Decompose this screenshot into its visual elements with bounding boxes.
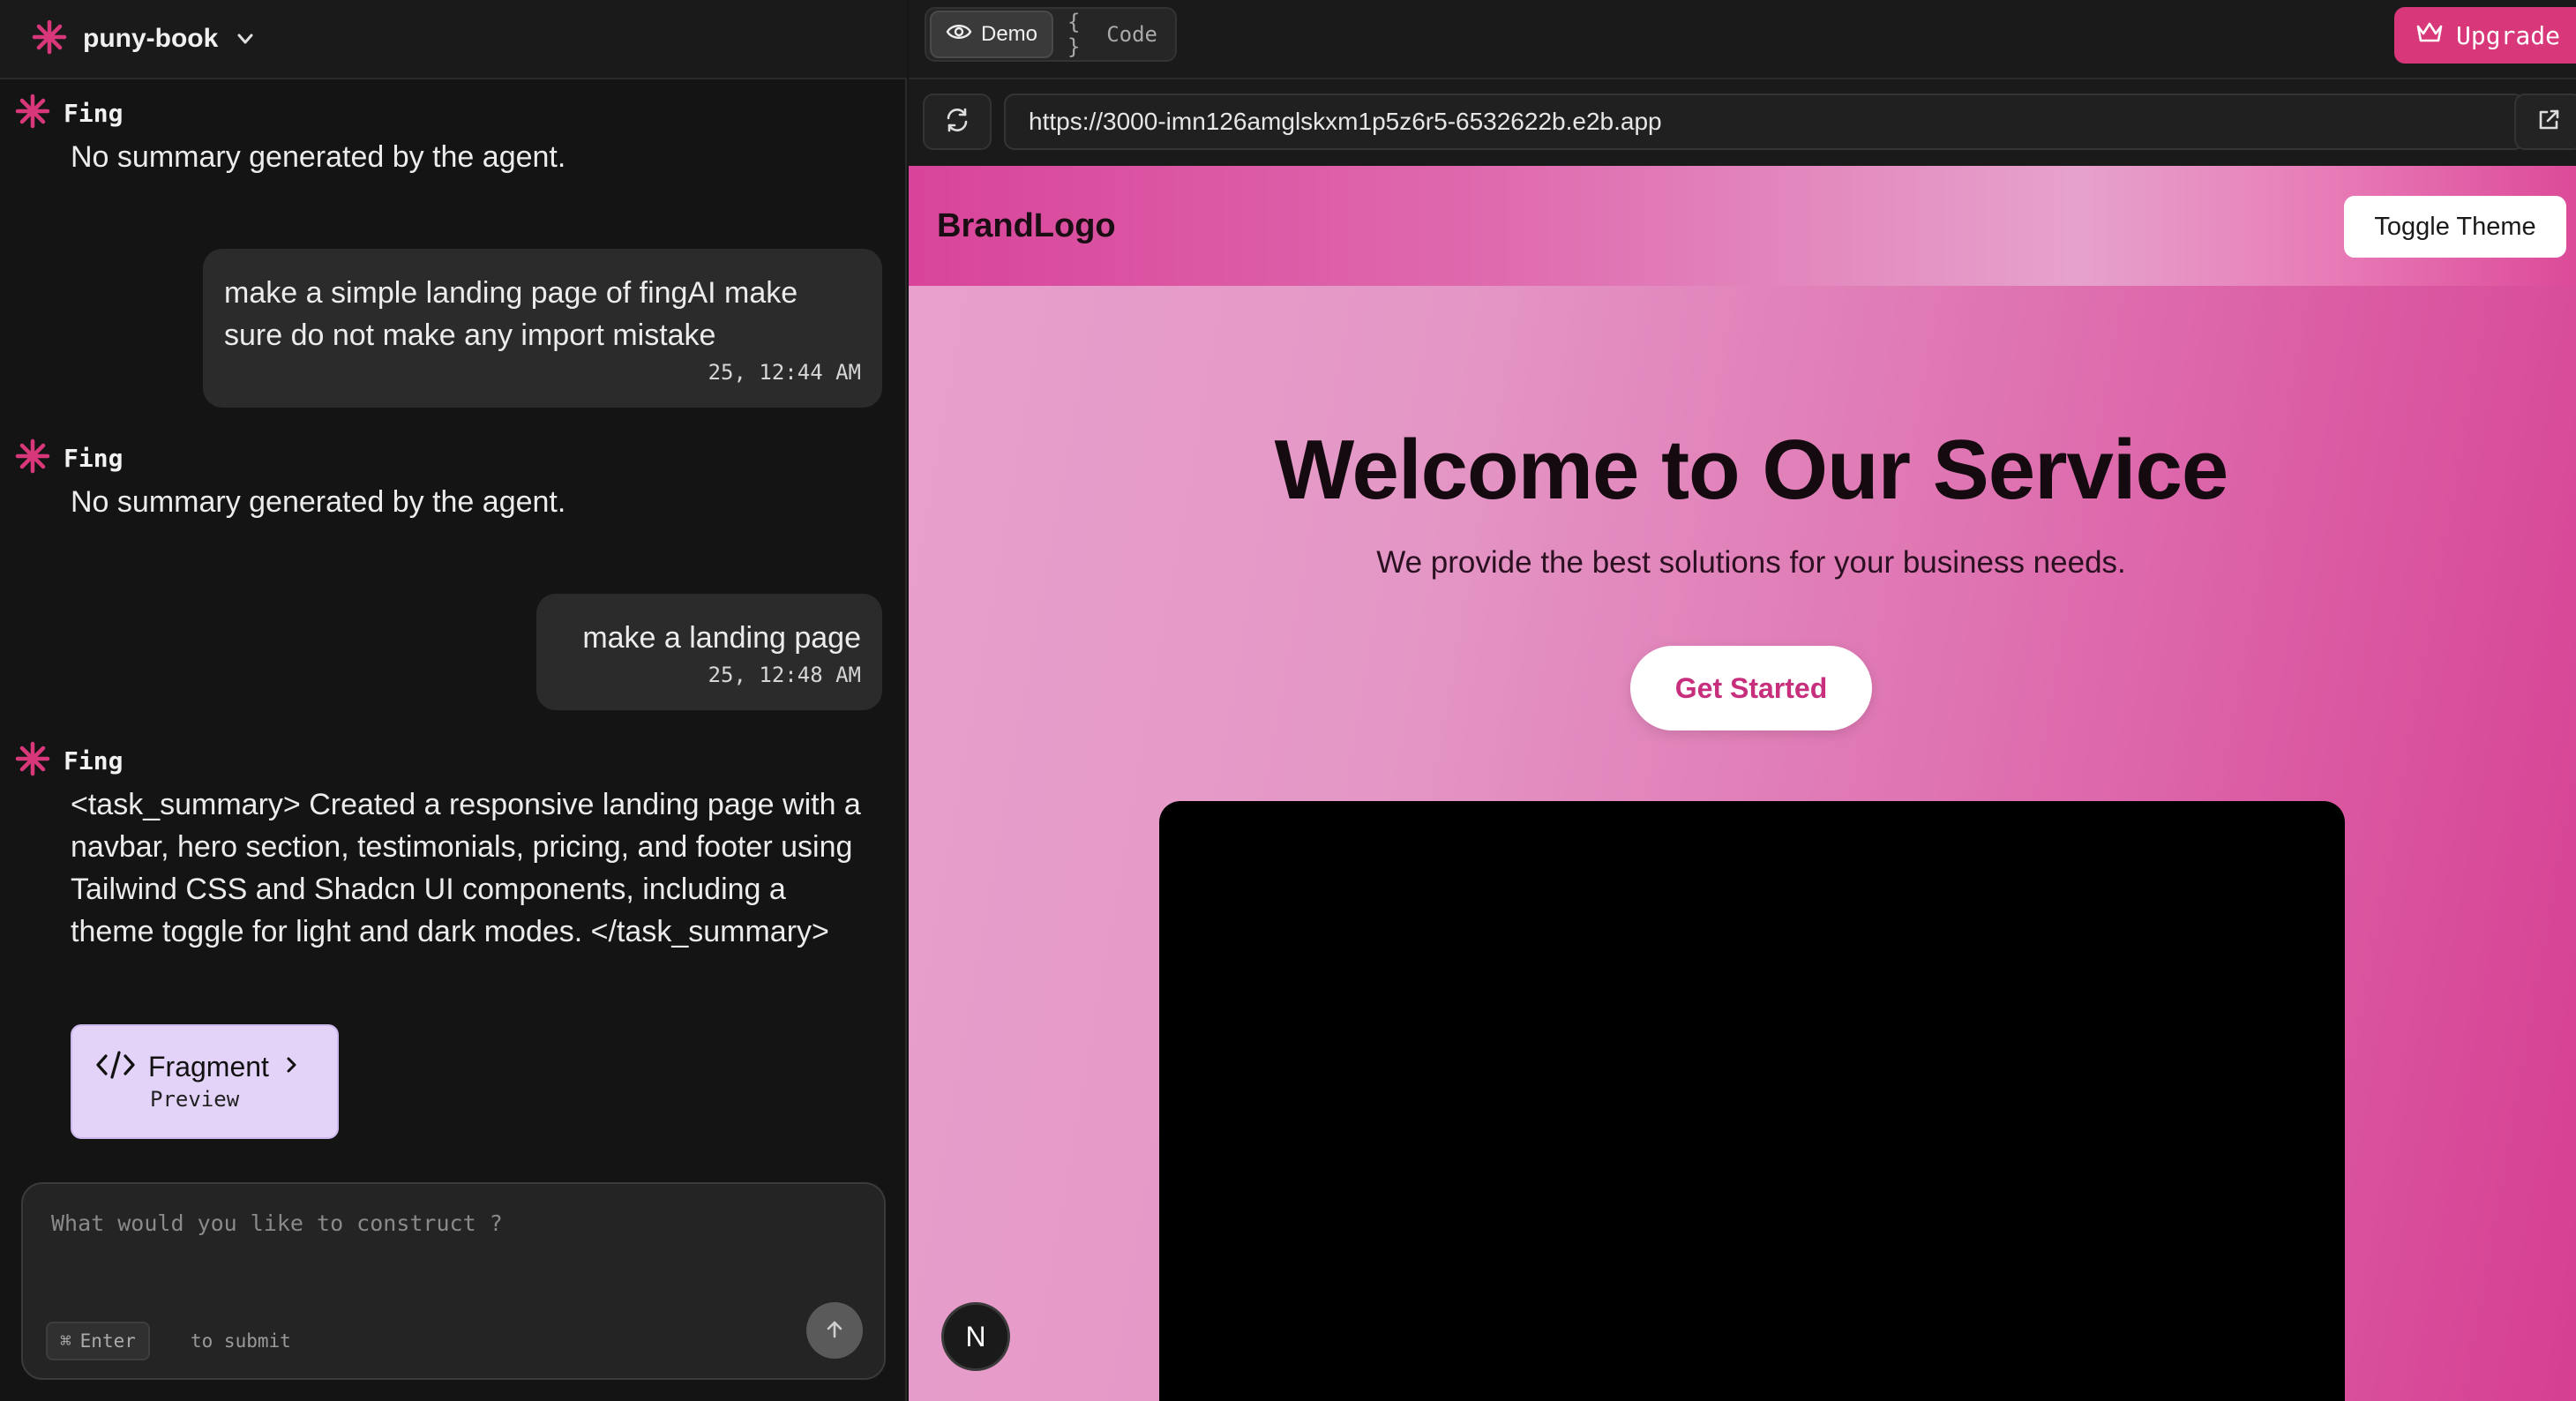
user-message-bubble: make a landing page 25, 12:48 AM	[536, 594, 882, 710]
project-name: puny-book	[83, 24, 219, 53]
asterisk-logo-icon	[32, 19, 67, 59]
toggle-theme-button[interactable]: Toggle Theme	[2344, 196, 2566, 258]
agent-message: No summary generated by the agent.	[71, 485, 566, 519]
agent-sender: Fing	[14, 94, 123, 133]
url-field[interactable]	[1004, 94, 2525, 150]
keyboard-shortcut: ⌘ Enter	[46, 1322, 150, 1360]
upgrade-button[interactable]: Upgrade	[2394, 7, 2576, 64]
refresh-icon	[943, 106, 971, 139]
user-message-text: make a simple landing page of fingAI mak…	[224, 276, 798, 352]
submit-hint: to submit	[191, 1330, 291, 1352]
site-preview: BrandLogo Toggle Theme Welcome to Our Se…	[909, 166, 2576, 1401]
chevron-down-icon	[234, 27, 257, 50]
asterisk-logo-icon	[14, 94, 51, 133]
user-message-bubble: make a simple landing page of fingAI mak…	[203, 249, 882, 408]
prompt-input[interactable]	[51, 1210, 845, 1290]
tab-demo-label: Demo	[981, 22, 1038, 46]
chat-panel: puny-book Fing No summary generated by t…	[0, 0, 907, 1401]
user-message-text: make a landing page	[582, 621, 861, 655]
project-switcher[interactable]: puny-book	[32, 19, 257, 59]
tab-code-label: Code	[1106, 22, 1157, 47]
nextjs-badge[interactable]: N	[941, 1302, 1010, 1371]
send-button[interactable]	[806, 1302, 863, 1359]
preview-panel: Demo { } Code Upgrade https://3000-imn12…	[909, 0, 2576, 1401]
asterisk-logo-icon	[14, 741, 51, 781]
hero-title: Welcome to Our Service	[1274, 423, 2229, 517]
eye-icon	[946, 22, 972, 48]
arrow-up-icon	[823, 1318, 846, 1344]
message-composer: ⌘ Enter to submit	[21, 1182, 886, 1380]
fragment-preview-card[interactable]: Fragment Preview	[71, 1024, 339, 1139]
chat-header: puny-book	[0, 0, 907, 79]
open-external-button[interactable]	[2514, 94, 2576, 150]
refresh-button[interactable]	[923, 94, 992, 150]
sender-name: Fing	[64, 746, 124, 775]
preview-toolbar: Demo { } Code Upgrade	[909, 0, 2576, 79]
agent-sender: Fing	[14, 438, 123, 478]
agent-message: <task_summary> Created a responsive land…	[71, 788, 861, 948]
crown-icon	[2415, 20, 2444, 51]
hero-media	[1159, 801, 2345, 1401]
site-navbar: BrandLogo Toggle Theme	[909, 166, 2576, 286]
address-bar	[909, 81, 2576, 166]
external-link-icon	[2535, 107, 2562, 138]
code-icon	[95, 1049, 136, 1085]
sender-name: Fing	[64, 444, 124, 473]
enter-key-label: Enter	[79, 1330, 136, 1352]
view-switcher: Demo { } Code	[925, 7, 1177, 62]
tab-code[interactable]: { } Code	[1053, 10, 1172, 59]
asterisk-logo-icon	[14, 438, 51, 478]
tab-demo[interactable]: Demo	[930, 11, 1054, 58]
sender-name: Fing	[64, 99, 124, 128]
message-timestamp: 25, 12:48 AM	[708, 663, 861, 687]
app-window: puny-book Fing No summary generated by t…	[0, 0, 2576, 1401]
fragment-title: Fragment	[148, 1051, 269, 1083]
braces-icon: { }	[1067, 10, 1081, 59]
upgrade-label: Upgrade	[2456, 20, 2561, 50]
brand-logo[interactable]: BrandLogo	[937, 207, 1116, 245]
hero-subtitle: We provide the best solutions for your b…	[1376, 545, 2126, 580]
message-timestamp: 25, 12:44 AM	[708, 360, 861, 385]
agent-sender: Fing	[14, 741, 123, 781]
agent-message: No summary generated by the agent.	[71, 140, 566, 174]
command-key-icon: ⌘	[60, 1330, 71, 1352]
chevron-right-icon	[281, 1055, 301, 1079]
fragment-subtitle: Preview	[150, 1087, 240, 1112]
get-started-button[interactable]: Get Started	[1630, 646, 1872, 730]
